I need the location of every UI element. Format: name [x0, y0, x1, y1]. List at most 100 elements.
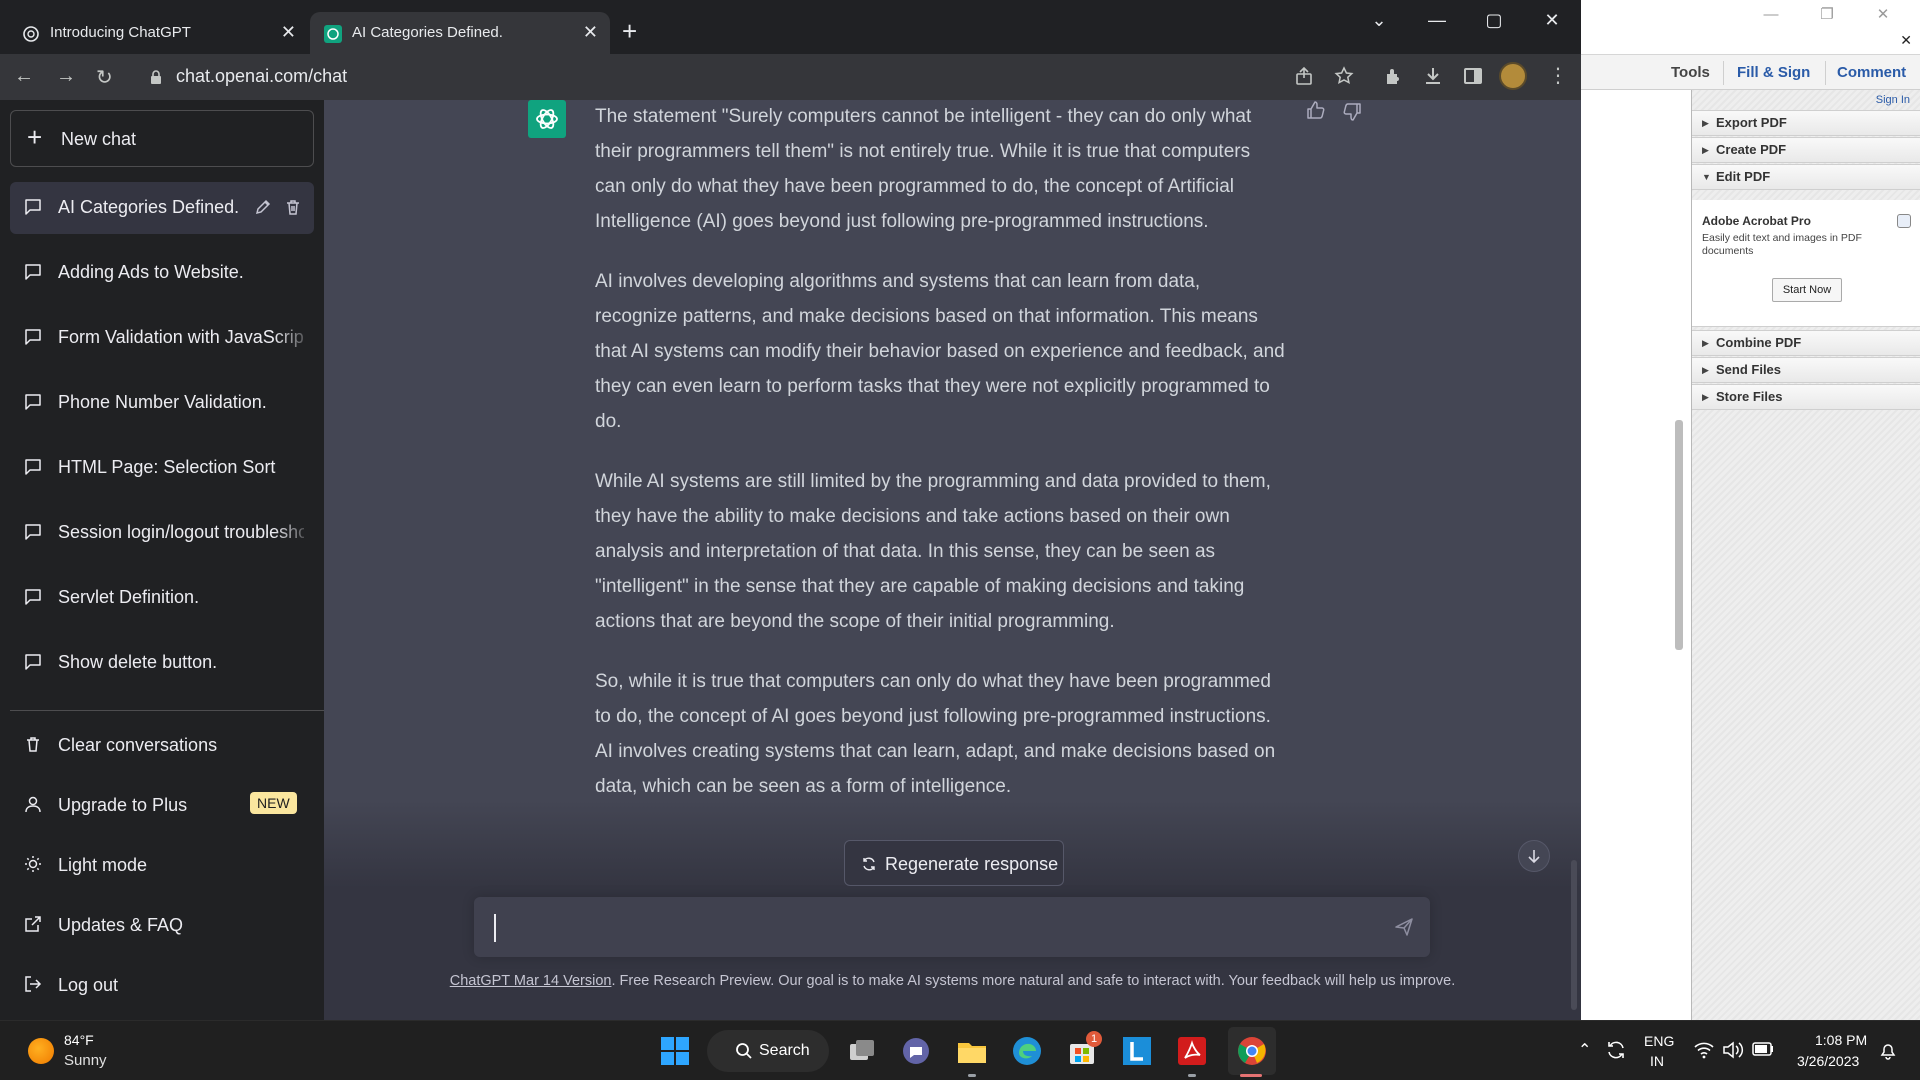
download-icon[interactable]	[1423, 66, 1443, 86]
side-panel-icon[interactable]	[1463, 66, 1483, 86]
chrome-browser-icon[interactable]	[1236, 1035, 1268, 1067]
section-create-pdf[interactable]: ▶ Create PDF	[1692, 137, 1920, 163]
conversation-title: Form Validation with JavaScript	[58, 327, 304, 347]
sidebar-item-delete-button[interactable]: Show delete button.	[10, 637, 314, 689]
task-view-icon[interactable]	[846, 1035, 878, 1067]
bookmark-star-icon[interactable]	[1334, 66, 1354, 86]
upgrade-button[interactable]: Upgrade to Plus NEW	[10, 781, 314, 829]
section-send-files[interactable]: ▶ Send Files	[1692, 357, 1920, 383]
share-icon[interactable]	[1294, 66, 1314, 86]
chevron-up-icon[interactable]: ⌃	[1578, 1040, 1591, 1060]
lock-icon[interactable]	[150, 69, 162, 85]
section-label: Edit PDF	[1716, 169, 1771, 184]
taskbar-search-button[interactable]: Search	[707, 1030, 829, 1072]
minimize-icon[interactable]: —	[1414, 8, 1460, 32]
fill-sign-button[interactable]: Fill & Sign	[1737, 64, 1810, 81]
adobe-acrobat-icon[interactable]	[1176, 1035, 1208, 1067]
launcher-l-icon[interactable]	[1121, 1035, 1153, 1067]
url-field[interactable]: chat.openai.com/chat	[176, 66, 347, 87]
sidebar-item-adding-ads[interactable]: Adding Ads to Website.	[10, 247, 314, 299]
section-store-files[interactable]: ▶ Store Files	[1692, 384, 1920, 410]
thumbs-up-icon[interactable]	[1306, 100, 1326, 120]
thumbs-down-icon[interactable]	[1342, 102, 1362, 122]
forward-icon[interactable]: →	[56, 65, 76, 88]
text-fade	[274, 507, 314, 559]
running-indicator	[1188, 1074, 1196, 1077]
restore-icon[interactable]: ❐	[1807, 4, 1847, 26]
menu-icon[interactable]: ⋮	[1548, 63, 1568, 88]
new-chat-button[interactable]: + New chat	[10, 110, 314, 167]
sun-weather-icon[interactable]	[28, 1038, 54, 1064]
message-input[interactable]	[474, 897, 1430, 957]
weather-condition[interactable]: Sunny	[64, 1052, 107, 1069]
clear-label: Clear conversations	[58, 735, 218, 755]
minimize-icon[interactable]: —	[1751, 4, 1791, 26]
close-icon[interactable]: ✕	[1863, 4, 1903, 26]
new-chat-label: New chat	[61, 129, 137, 149]
edit-pencil-icon[interactable]	[254, 198, 272, 216]
close-icon[interactable]: ✕	[1529, 8, 1575, 32]
battery-icon[interactable]	[1752, 1042, 1774, 1056]
version-link[interactable]: ChatGPT Mar 14 Version	[450, 973, 612, 989]
updates-faq-link[interactable]: Updates & FAQ	[10, 901, 314, 949]
tab-search-icon[interactable]: ⌄	[1356, 8, 1402, 32]
comment-button[interactable]: Comment	[1837, 64, 1906, 81]
sidebar: + New chat AI Categories Defined. Adding…	[0, 100, 324, 1020]
new-tab-icon[interactable]: +	[622, 17, 637, 45]
windows-start-icon[interactable]	[659, 1035, 691, 1067]
sidebar-item-session-login[interactable]: Session login/logout troubleshooting	[10, 507, 314, 559]
sidebar-item-servlet[interactable]: Servlet Definition.	[10, 572, 314, 624]
sidebar-item-selection-sort[interactable]: HTML Page: Selection Sort	[10, 442, 314, 494]
wifi-icon[interactable]	[1694, 1041, 1714, 1059]
regenerate-response-button[interactable]: Regenerate response	[844, 840, 1064, 886]
taskbar: 84°F Sunny Search 1 ⌃ ENG IN 1:08 PM 3/2…	[0, 1020, 1920, 1080]
light-mode-button[interactable]: Light mode	[10, 841, 314, 889]
section-combine-pdf[interactable]: ▶ Combine PDF	[1692, 330, 1920, 356]
clock-time[interactable]: 1:08 PM	[1815, 1032, 1867, 1048]
start-now-button[interactable]: Start Now	[1772, 278, 1842, 302]
close-tab-icon[interactable]: ✕	[281, 22, 296, 43]
back-icon[interactable]: ←	[14, 65, 34, 88]
clear-conversations-button[interactable]: Clear conversations	[10, 721, 314, 769]
refresh-icon	[863, 857, 875, 871]
edit-pdf-promo: Adobe Acrobat Pro Easily edit text and i…	[1692, 200, 1920, 327]
edge-browser-icon[interactable]	[1011, 1035, 1043, 1067]
message-paragraph: So, while it is true that computers can …	[595, 671, 1276, 797]
sidebar-item-form-validation[interactable]: Form Validation with JavaScript	[10, 312, 314, 364]
language-region[interactable]: IN	[1650, 1053, 1664, 1069]
send-icon[interactable]	[1394, 917, 1414, 937]
file-explorer-icon[interactable]	[956, 1035, 988, 1067]
tools-button[interactable]: Tools	[1671, 64, 1710, 81]
trash-icon[interactable]	[284, 198, 302, 216]
sidebar-item-phone-validation[interactable]: Phone Number Validation.	[10, 377, 314, 429]
close-tab-icon[interactable]: ✕	[583, 22, 598, 43]
notifications-bell-icon[interactable]	[1878, 1041, 1898, 1061]
sign-in-link[interactable]: Sign In	[1876, 94, 1910, 106]
conversation-title: Phone Number Validation.	[58, 392, 267, 412]
reload-icon[interactable]: ↻	[96, 65, 113, 90]
profile-avatar[interactable]	[1499, 62, 1527, 90]
expand-icon: ▶	[1702, 338, 1709, 348]
log-out-button[interactable]: Log out	[10, 961, 314, 1009]
expand-icon: ▶	[1702, 145, 1709, 155]
weather-temperature[interactable]: 84°F	[64, 1032, 94, 1048]
logout-label: Log out	[58, 975, 119, 995]
tab-ai-categories[interactable]: AI Categories Defined. ✕	[310, 12, 610, 54]
sidebar-item-ai-categories[interactable]: AI Categories Defined.	[10, 182, 314, 234]
teams-chat-icon[interactable]	[900, 1035, 932, 1067]
volume-icon[interactable]	[1722, 1041, 1744, 1059]
tab-introducing-chatgpt[interactable]: Introducing ChatGPT ✕	[8, 12, 308, 54]
language-code[interactable]: ENG	[1644, 1033, 1674, 1049]
sync-icon[interactable]	[1605, 1039, 1627, 1061]
scroll-to-bottom-button[interactable]	[1518, 840, 1550, 872]
page-scrollbar[interactable]	[1571, 860, 1577, 1010]
section-edit-pdf[interactable]: ▼ Edit PDF	[1692, 164, 1920, 190]
section-export-pdf[interactable]: ▶ Export PDF	[1692, 110, 1920, 136]
scrollbar[interactable]	[1675, 420, 1683, 650]
extensions-icon[interactable]	[1383, 66, 1403, 86]
maximize-icon[interactable]: ▢	[1471, 8, 1517, 32]
close-doc-icon[interactable]: ✕	[1900, 32, 1912, 49]
plus-icon: +	[27, 122, 43, 152]
clock-date[interactable]: 3/26/2023	[1797, 1053, 1859, 1069]
chatgpt-favicon-icon	[324, 25, 342, 43]
